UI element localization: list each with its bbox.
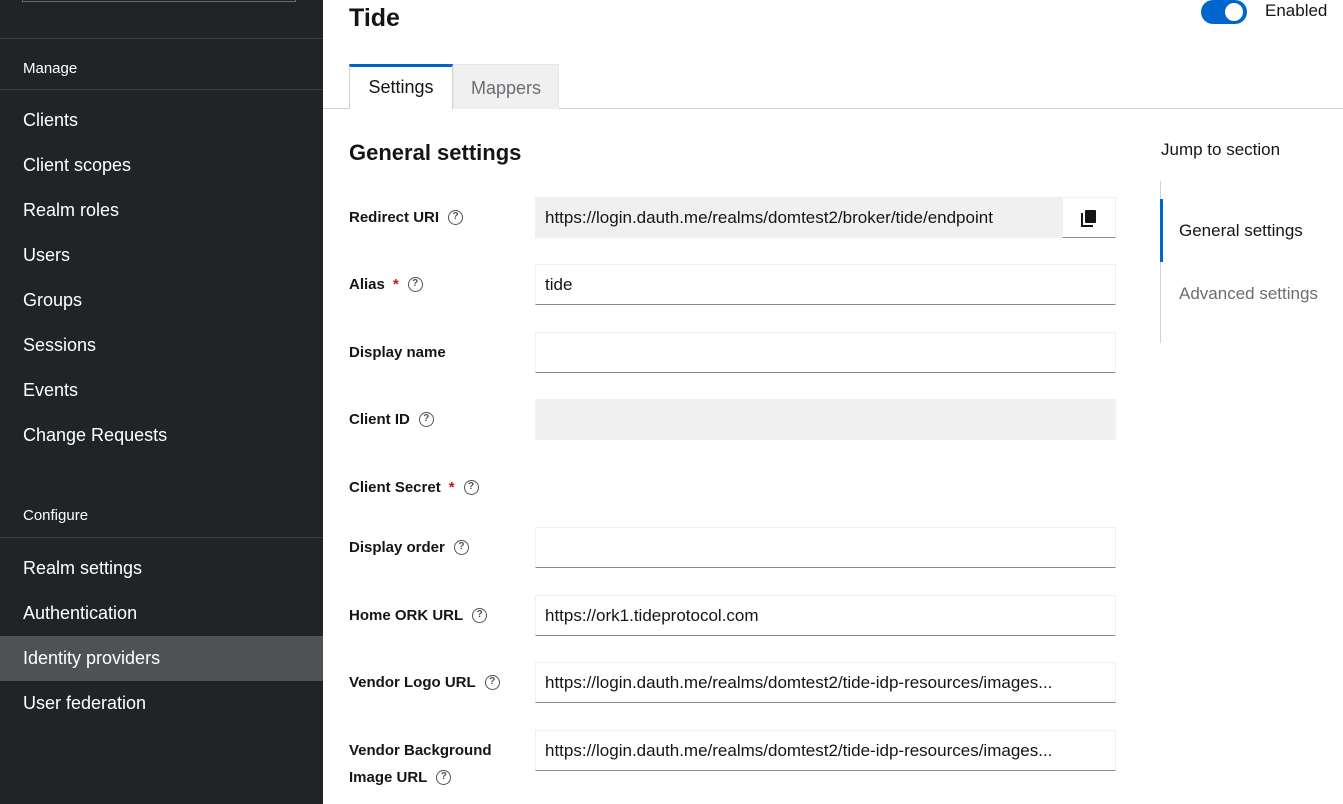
display-order-input[interactable]: [535, 527, 1116, 568]
sidebar-item-user-federation[interactable]: User federation: [0, 681, 323, 726]
vendor-logo-url-label: Vendor Logo URL ?: [349, 674, 500, 691]
jump-link-advanced-settings[interactable]: Advanced settings: [1179, 284, 1318, 304]
toggle-knob: [1225, 3, 1243, 21]
vendor-logo-url-input[interactable]: https://login.dauth.me/realms/domtest2/t…: [535, 662, 1116, 703]
redirect-uri-field[interactable]: https://login.dauth.me/realms/domtest2/b…: [535, 197, 1062, 238]
sidebar-section-manage: Manage: [23, 60, 78, 77]
redirect-uri-label-text: Redirect URI: [349, 209, 440, 226]
home-ork-url-label: Home ORK URL ?: [349, 607, 488, 624]
display-name-label-text: Display name: [349, 344, 446, 361]
alias-label: Alias * ?: [349, 276, 423, 293]
help-icon[interactable]: ?: [418, 412, 434, 427]
help-icon[interactable]: ?: [484, 675, 500, 690]
sidebar-item-realm-settings[interactable]: Realm settings: [0, 546, 323, 591]
realm-selector[interactable]: [22, 0, 296, 2]
sidebar-item-change-requests[interactable]: Change Requests: [0, 413, 323, 458]
help-icon[interactable]: ?: [463, 480, 479, 495]
client-secret-label-text: Client Secret: [349, 479, 441, 496]
vendor-bg-url-label-line1: Vendor Background: [349, 742, 492, 759]
required-asterisk: *: [392, 276, 399, 293]
display-name-label: Display name: [349, 344, 446, 361]
enabled-toggle[interactable]: [1201, 0, 1247, 24]
alias-label-text: Alias: [349, 276, 385, 293]
tab-mappers[interactable]: Mappers: [453, 64, 559, 109]
sidebar-section-configure: Configure: [23, 507, 89, 524]
vendor-bg-url-label-text-1: Vendor Background: [349, 742, 492, 759]
sidebar-item-events[interactable]: Events: [0, 368, 323, 413]
sidebar-divider: [0, 89, 323, 90]
sidebar: Manage Clients Client scopes Realm roles…: [0, 0, 323, 804]
vendor-bg-url-label-line2: Image URL ?: [349, 769, 452, 786]
client-id-label: Client ID ?: [349, 411, 434, 428]
copy-icon: [1081, 209, 1096, 227]
display-order-label: Display order ?: [349, 539, 469, 556]
sidebar-item-client-scopes[interactable]: Client scopes: [0, 143, 323, 188]
vendor-bg-url-label-text-2: Image URL: [349, 769, 428, 786]
home-ork-url-label-text: Home ORK URL: [349, 607, 464, 624]
vendor-bg-url-input[interactable]: https://login.dauth.me/realms/domtest2/t…: [535, 730, 1116, 771]
display-name-input[interactable]: [535, 332, 1116, 373]
required-asterisk: *: [448, 479, 455, 496]
help-icon[interactable]: ?: [453, 540, 469, 555]
sidebar-item-users[interactable]: Users: [0, 233, 323, 278]
jump-active-indicator: [1160, 199, 1163, 262]
page-title: Tide: [349, 4, 400, 32]
help-icon[interactable]: ?: [448, 210, 464, 225]
sidebar-divider: [0, 38, 323, 39]
jump-to-section-title: Jump to section: [1161, 140, 1281, 159]
sidebar-item-clients[interactable]: Clients: [0, 98, 323, 143]
copy-button[interactable]: [1062, 197, 1116, 238]
client-id-input[interactable]: [535, 399, 1116, 440]
client-id-label-text: Client ID: [349, 411, 410, 428]
tab-settings[interactable]: Settings: [349, 64, 453, 109]
section-title-general-settings: General settings: [349, 140, 522, 165]
sidebar-item-authentication[interactable]: Authentication: [0, 591, 323, 636]
vendor-logo-url-label-text: Vendor Logo URL: [349, 674, 476, 691]
help-icon[interactable]: ?: [407, 277, 423, 292]
sidebar-item-realm-roles[interactable]: Realm roles: [0, 188, 323, 233]
home-ork-url-input[interactable]: https://ork1.tideprotocol.com: [535, 595, 1116, 636]
enabled-label: Enabled: [1265, 1, 1328, 20]
sidebar-item-identity-providers[interactable]: Identity providers: [0, 636, 323, 681]
alias-input[interactable]: tide: [535, 264, 1116, 305]
sidebar-item-sessions[interactable]: Sessions: [0, 323, 323, 368]
help-icon[interactable]: ?: [472, 608, 488, 623]
help-icon[interactable]: ?: [436, 770, 452, 785]
jump-link-general-settings[interactable]: General settings: [1179, 221, 1303, 241]
sidebar-item-groups[interactable]: Groups: [0, 278, 323, 323]
redirect-uri-label: Redirect URI ?: [349, 209, 464, 226]
client-secret-label: Client Secret * ?: [349, 479, 479, 496]
sidebar-divider: [0, 537, 323, 538]
display-order-label-text: Display order: [349, 539, 445, 556]
